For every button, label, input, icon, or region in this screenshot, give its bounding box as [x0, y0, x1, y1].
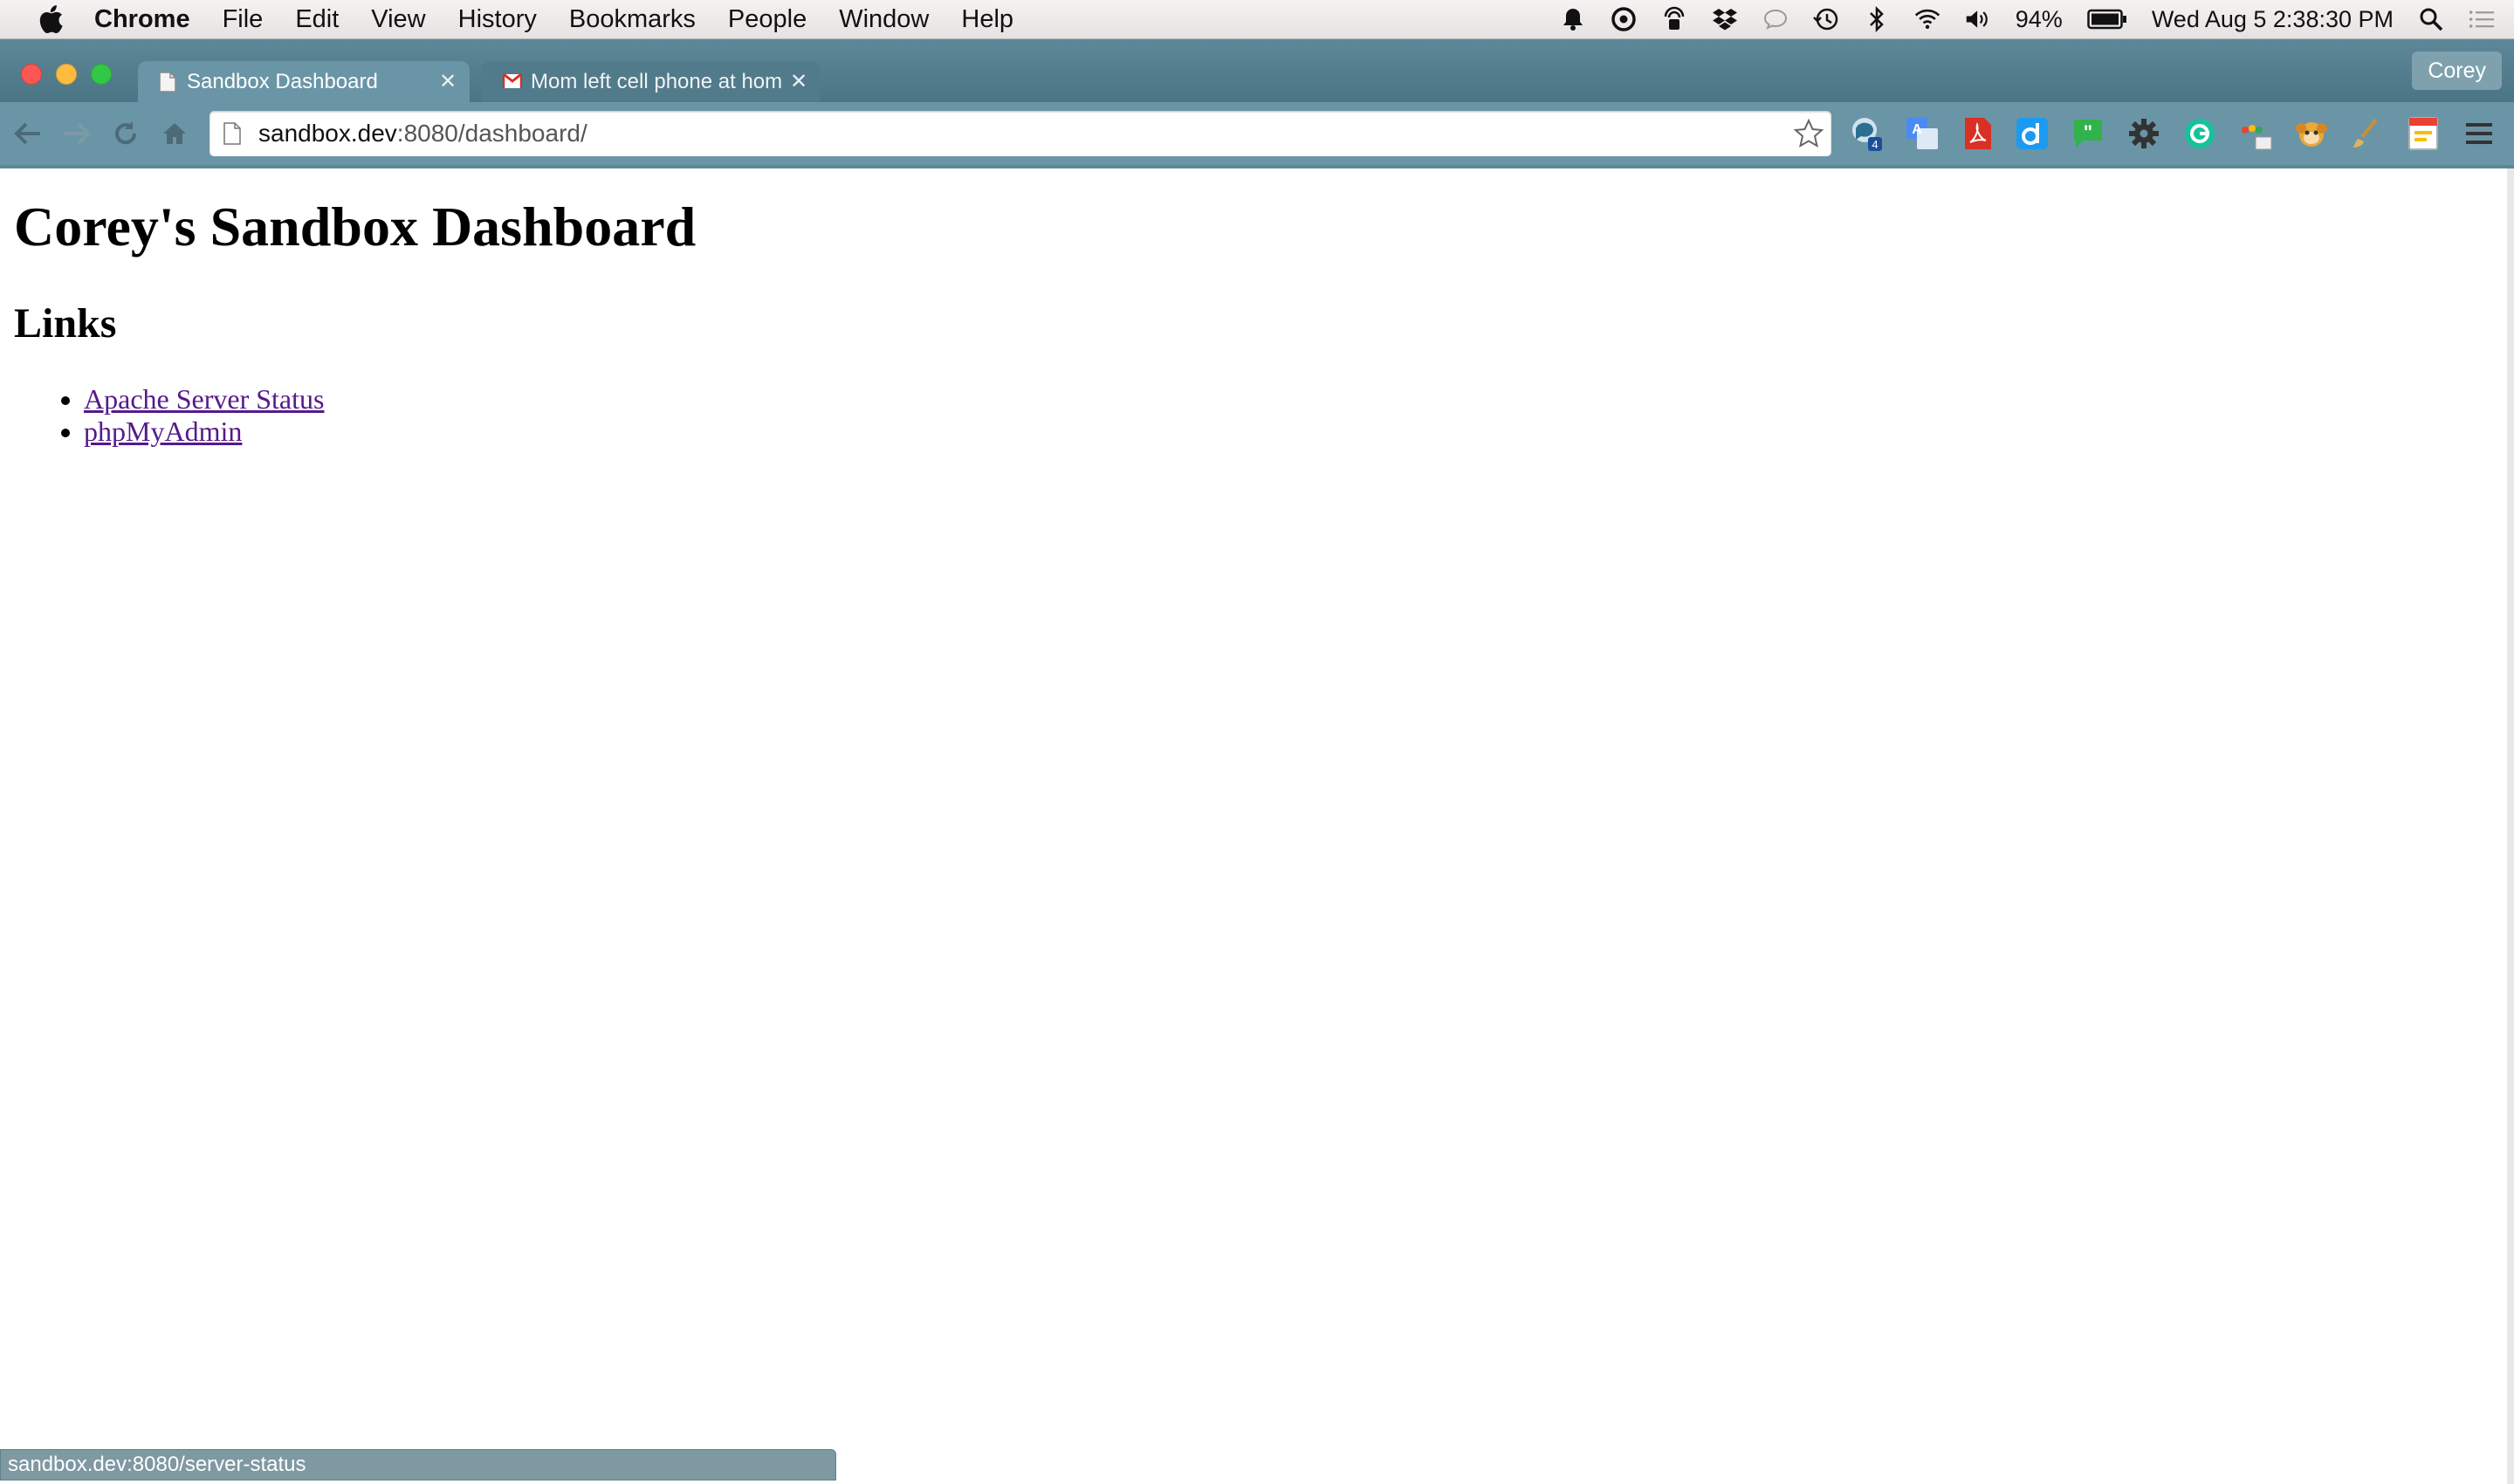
ext-gear-icon[interactable] — [2125, 114, 2163, 153]
list-item: phpMyAdmin — [84, 416, 324, 448]
menu-help[interactable]: Help — [961, 5, 1013, 34]
links-list: Apache Server Status phpMyAdmin — [0, 383, 324, 448]
chrome-menu-icon[interactable] — [2460, 114, 2498, 153]
tab-title: Mom left cell phone at hom — [531, 69, 783, 93]
back-arrow-icon[interactable] — [7, 113, 49, 155]
menu-file[interactable]: File — [223, 5, 264, 34]
menu-bar: Chrome File Edit View History Bookmarks … — [0, 0, 2514, 39]
bookmark-star-icon[interactable] — [1793, 118, 1824, 149]
web-page-content: Corey's Sandbox Dashboard Links Apache S… — [0, 168, 2507, 1484]
profile-button[interactable]: Corey — [2412, 52, 2502, 90]
vertical-scrollbar[interactable] — [2507, 168, 2514, 1484]
ext-monkey-icon[interactable] — [2292, 114, 2331, 153]
ext-pdf-icon[interactable] — [1959, 114, 1997, 153]
reload-icon[interactable] — [105, 113, 147, 155]
tab-sandbox-dashboard[interactable]: Sandbox Dashboard ✕ — [138, 61, 470, 102]
time-machine-icon[interactable] — [1812, 6, 1839, 32]
links-heading: Links — [14, 300, 117, 347]
menu-app-name[interactable]: Chrome — [94, 5, 190, 34]
extension-badge: 4 — [1872, 138, 1878, 151]
bluetooth-icon[interactable] — [1864, 6, 1890, 32]
forward-arrow-icon[interactable] — [56, 113, 98, 155]
svg-text:": " — [2084, 121, 2092, 143]
circle-g-icon[interactable] — [1611, 6, 1637, 32]
page-title: Corey's Sandbox Dashboard — [14, 196, 697, 258]
ext-chat-icon[interactable]: 4 — [1847, 114, 1886, 153]
ext-camera-icon[interactable] — [2236, 114, 2275, 153]
tab-gmail-message[interactable]: Mom left cell phone at hom ✕ — [482, 61, 821, 102]
menu-people[interactable]: People — [728, 5, 807, 34]
airport-lock-icon[interactable] — [1661, 6, 1687, 32]
menubar-clock[interactable]: Wed Aug 5 2:38:30 PM — [2152, 6, 2394, 33]
status-menus: 94% Wed Aug 5 2:38:30 PM — [1560, 0, 2514, 38]
ext-quote-icon[interactable]: " — [2069, 114, 2107, 153]
menu-view[interactable]: View — [371, 5, 425, 34]
home-icon[interactable] — [154, 113, 196, 155]
gmail-icon — [502, 72, 523, 93]
menu-edit[interactable]: Edit — [295, 5, 339, 34]
browser-toolbar: sandbox.dev:8080/dashboard/ 4 A " — [0, 102, 2514, 168]
menu-history[interactable]: History — [458, 5, 537, 34]
url-host: sandbox.dev — [258, 120, 397, 147]
ext-d-icon[interactable] — [2013, 114, 2051, 153]
menu-bookmarks[interactable]: Bookmarks — [569, 5, 696, 34]
ext-note-icon[interactable] — [2404, 114, 2442, 153]
ext-brush-icon[interactable] — [2348, 114, 2387, 153]
phpmyadmin-link[interactable]: phpMyAdmin — [84, 416, 242, 447]
tab-close-icon[interactable]: ✕ — [787, 69, 810, 94]
window-minimize-button[interactable] — [56, 64, 77, 85]
dropbox-icon[interactable] — [1712, 6, 1738, 32]
address-bar[interactable]: sandbox.dev:8080/dashboard/ — [210, 111, 1831, 156]
ext-grammarly-icon[interactable] — [2181, 114, 2219, 153]
message-bubble-icon[interactable] — [1762, 6, 1789, 32]
svg-text:A: A — [1912, 122, 1922, 137]
apache-server-status-link[interactable]: Apache Server Status — [84, 383, 324, 415]
tab-strip: Sandbox Dashboard ✕ Mom left cell phone … — [0, 39, 2514, 137]
apple-menu-icon[interactable] — [33, 4, 68, 34]
window-close-button[interactable] — [21, 64, 42, 85]
notification-center-icon[interactable] — [2469, 6, 2495, 32]
window-zoom-button[interactable] — [91, 64, 112, 85]
volume-icon[interactable] — [1965, 6, 1991, 32]
spotlight-search-icon[interactable] — [2418, 6, 2444, 32]
notification-bell-icon[interactable] — [1560, 6, 1586, 32]
url-path: :8080/dashboard/ — [396, 120, 587, 147]
battery-percentage: 94% — [2015, 5, 2063, 32]
tab-close-icon[interactable]: ✕ — [436, 69, 459, 94]
status-bubble: sandbox.dev:8080/server-status — [0, 1449, 836, 1481]
battery-icon[interactable] — [2087, 6, 2127, 32]
wifi-icon[interactable] — [1914, 6, 1940, 32]
page-icon — [223, 122, 241, 145]
menu-window[interactable]: Window — [839, 5, 929, 34]
page-icon — [159, 71, 176, 93]
list-item: Apache Server Status — [84, 383, 324, 416]
tab-title: Sandbox Dashboard — [187, 69, 378, 93]
ext-translate-icon[interactable]: A — [1903, 114, 1941, 153]
